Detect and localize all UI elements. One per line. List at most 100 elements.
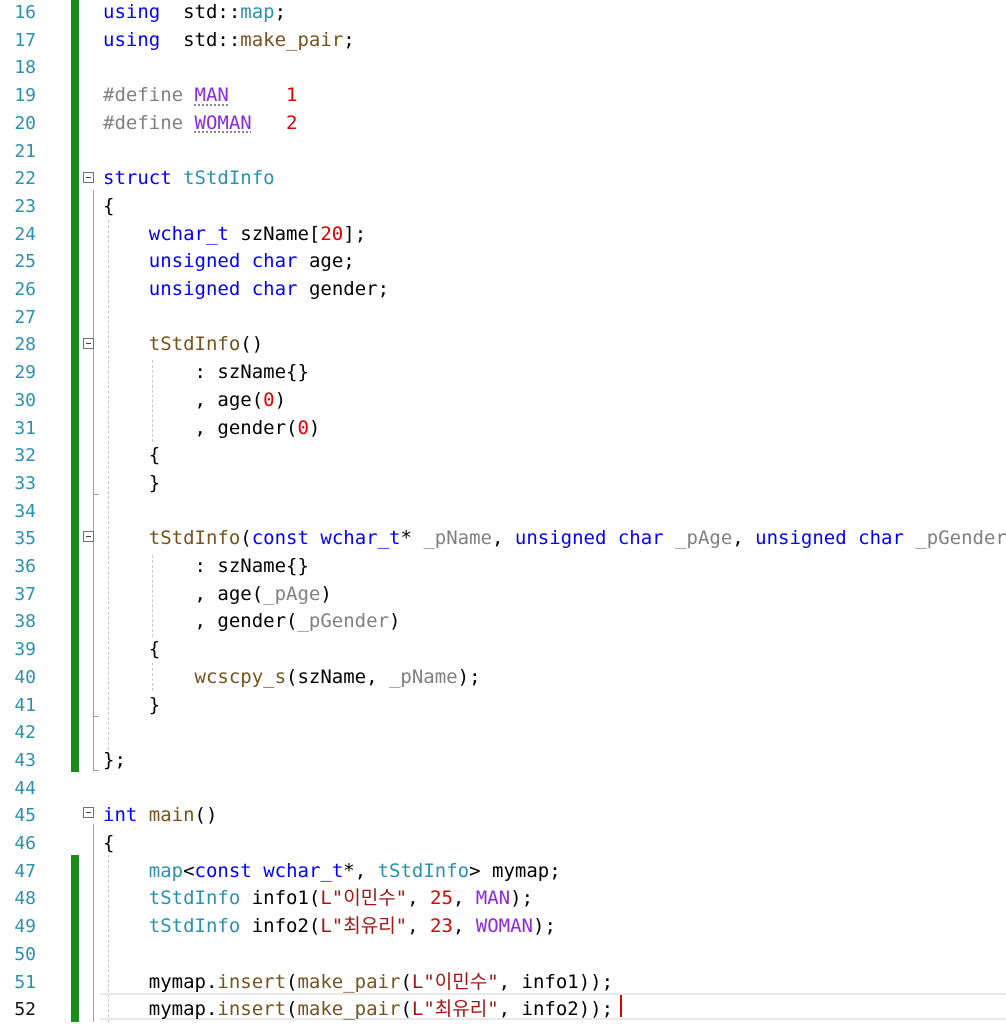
- code-text[interactable]: wcscpy_s(szName, _pName);: [103, 664, 481, 692]
- code-line[interactable]: 18: [0, 54, 1006, 82]
- code-line[interactable]: 35 tStdInfo(const wchar_t* _pName, unsig…: [0, 525, 1006, 553]
- code-line[interactable]: 40 wcscpy_s(szName, _pName);: [0, 664, 1006, 692]
- code-line[interactable]: 21: [0, 138, 1006, 166]
- code-line[interactable]: 46 {: [0, 830, 1006, 858]
- code-line[interactable]: 38 , gender(_pGender): [0, 608, 1006, 636]
- code-text[interactable]: , gender(0): [103, 415, 321, 443]
- code-line[interactable]: 50: [0, 941, 1006, 969]
- code-token: 23: [430, 915, 453, 938]
- code-token: info1(: [240, 887, 321, 910]
- code-line[interactable]: 36 : szName{}: [0, 553, 1006, 581]
- code-text[interactable]: : szName{}: [103, 359, 309, 387]
- code-text[interactable]: , age(0): [103, 387, 287, 415]
- code-text[interactable]: }: [103, 692, 160, 720]
- code-token: > mymap;: [469, 859, 561, 882]
- code-line[interactable]: 28 tStdInfo(): [0, 331, 1006, 359]
- code-token: mymap.: [103, 998, 218, 1021]
- code-line[interactable]: 49 tStdInfo info2(L"최유리", 23, WOMAN);: [0, 913, 1006, 941]
- code-token: _pGender: [915, 527, 1006, 550]
- code-text[interactable]: tStdInfo(const wchar_t* _pName, unsigned…: [103, 525, 1006, 553]
- line-number: 40: [14, 666, 36, 688]
- code-line[interactable]: 45 int main(): [0, 802, 1006, 830]
- code-token: info2(: [240, 915, 321, 938]
- code-text[interactable]: using std::map;: [103, 0, 286, 27]
- code-line[interactable]: 33 }: [0, 470, 1006, 498]
- code-token: unsigned: [755, 527, 847, 550]
- code-line[interactable]: 37 , age(_pAge): [0, 581, 1006, 609]
- code-token: const: [194, 859, 252, 882]
- code-line[interactable]: 29 : szName{}: [0, 359, 1006, 387]
- line-number: 45: [14, 805, 36, 827]
- code-text[interactable]: unsigned char gender;: [103, 276, 389, 304]
- code-line[interactable]: 48 tStdInfo info1(L"이민수", 25, MAN);: [0, 885, 1006, 913]
- line-number: 19: [14, 85, 36, 107]
- code-line[interactable]: 34: [0, 498, 1006, 526]
- code-line[interactable]: 27: [0, 304, 1006, 332]
- code-token: ,: [407, 887, 431, 910]
- line-number: 21: [14, 140, 36, 162]
- code-line[interactable]: 16 using std::map;: [0, 0, 1006, 27]
- code-token: <: [183, 859, 195, 882]
- code-text[interactable]: int main(): [103, 802, 217, 830]
- code-text[interactable]: {: [103, 830, 114, 858]
- line-number: 37: [14, 583, 36, 605]
- code-line[interactable]: 19 #define MAN 1: [0, 82, 1006, 110]
- code-text[interactable]: tStdInfo info2(L"최유리", 23, WOMAN);: [103, 913, 556, 941]
- code-line[interactable]: 26 unsigned char gender;: [0, 276, 1006, 304]
- code-line[interactable]: 17 using std::make_pair;: [0, 27, 1006, 55]
- code-line[interactable]: 30 , age(0): [0, 387, 1006, 415]
- code-line[interactable]: 32 {: [0, 442, 1006, 470]
- code-text[interactable]: wchar_t szName[20];: [103, 221, 366, 249]
- line-number: 38: [14, 611, 36, 633]
- code-text[interactable]: struct tStdInfo: [103, 165, 275, 193]
- code-line[interactable]: 41 }: [0, 692, 1006, 720]
- code-line[interactable]: 24 wchar_t szName[20];: [0, 221, 1006, 249]
- code-token: (: [400, 998, 412, 1021]
- code-text[interactable]: : szName{}: [103, 553, 309, 581]
- code-line[interactable]: 31 , gender(0): [0, 415, 1006, 443]
- code-line[interactable]: 22 struct tStdInfo: [0, 165, 1006, 193]
- code-editor[interactable]: 16 using std::map; 17 using std::make_pair;…: [0, 0, 1006, 1022]
- code-token: insert: [217, 998, 287, 1021]
- code-line[interactable]: 20 #define WOMAN 2: [0, 110, 1006, 138]
- code-text[interactable]: #define WOMAN 2: [103, 110, 298, 138]
- code-token: gender;: [297, 278, 390, 300]
- code-token: );: [457, 665, 481, 688]
- code-text[interactable]: tStdInfo(): [103, 331, 263, 359]
- line-number: 33: [14, 472, 36, 494]
- code-token: unsigned: [148, 278, 241, 300]
- code-text[interactable]: {: [103, 193, 114, 221]
- code-text[interactable]: tStdInfo info1(L"이민수", 25, MAN);: [103, 885, 533, 913]
- code-line[interactable]: 52 mymap.insert(make_pair(L"최유리", info2)…: [0, 996, 1006, 1024]
- code-token: std::: [160, 1, 241, 23]
- line-number: 32: [14, 445, 36, 467]
- code-text[interactable]: {: [103, 442, 160, 470]
- code-text[interactable]: map<const wchar_t*, tStdInfo> mymap;: [103, 858, 561, 886]
- code-token: *: [400, 527, 424, 550]
- code-text[interactable]: mymap.insert(make_pair(L"최유리", info2));: [103, 996, 613, 1024]
- code-token: WOMAN: [475, 915, 533, 938]
- code-line[interactable]: 42: [0, 719, 1006, 747]
- code-line[interactable]: 51 mymap.insert(make_pair(L"이민수", info1)…: [0, 969, 1006, 997]
- code-line[interactable]: 47 map<const wchar_t*, tStdInfo> mymap;: [0, 858, 1006, 886]
- line-number: 41: [14, 694, 36, 716]
- code-text[interactable]: {: [103, 636, 160, 664]
- code-text[interactable]: #define MAN 1: [103, 82, 298, 110]
- code-line[interactable]: 43};: [0, 747, 1006, 775]
- code-text[interactable]: mymap.insert(make_pair(L"이민수", info1));: [103, 969, 613, 997]
- code-text[interactable]: using std::make_pair;: [103, 27, 355, 55]
- code-token: char: [617, 527, 664, 550]
- code-line[interactable]: 23 {: [0, 193, 1006, 221]
- code-text[interactable]: }: [103, 470, 160, 498]
- code-token: 25: [430, 887, 453, 910]
- code-text[interactable]: };: [103, 747, 126, 775]
- code-line[interactable]: 25 unsigned char age;: [0, 248, 1006, 276]
- code-text[interactable]: , age(_pAge): [103, 581, 332, 609]
- code-text[interactable]: , gender(_pGender): [103, 608, 401, 636]
- code-line[interactable]: 44: [0, 775, 1006, 803]
- code-line[interactable]: 39 {: [0, 636, 1006, 664]
- code-text[interactable]: unsigned char age;: [103, 248, 355, 276]
